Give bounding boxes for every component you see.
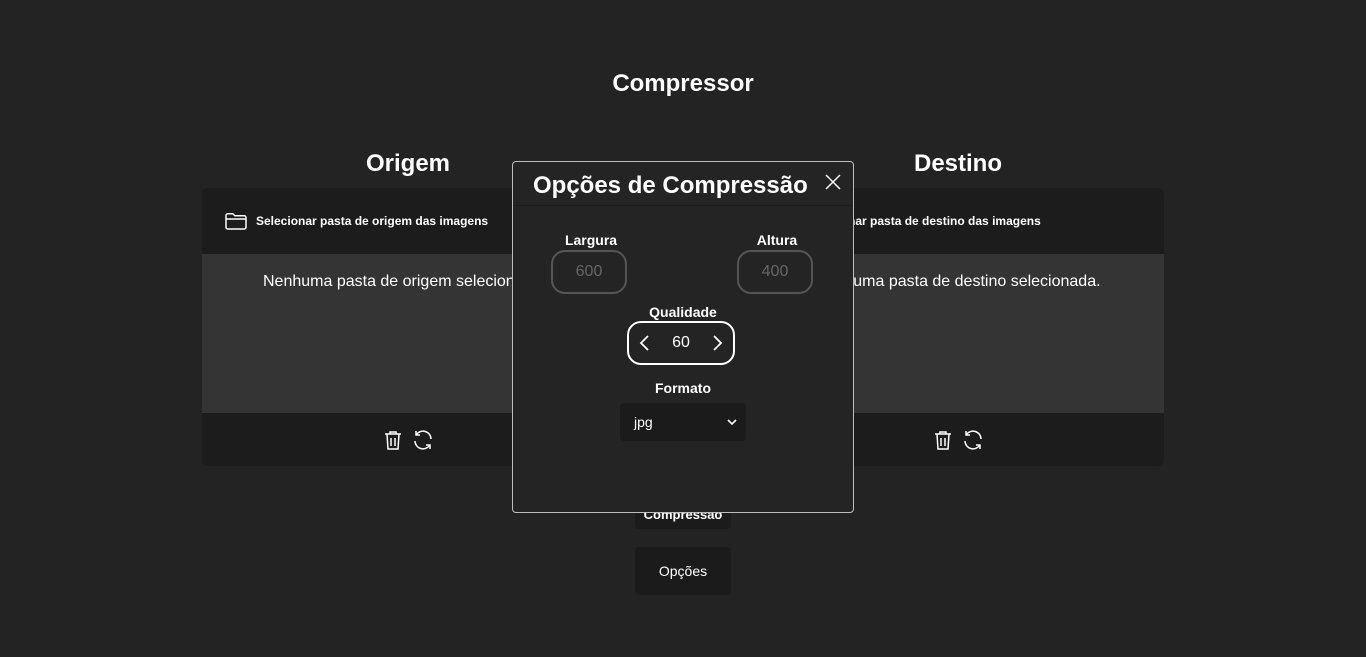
chevron-left-icon[interactable] [635, 333, 655, 353]
trash-icon[interactable] [931, 428, 955, 452]
refresh-icon[interactable] [411, 428, 435, 452]
close-icon[interactable] [823, 172, 843, 192]
refresh-icon[interactable] [961, 428, 985, 452]
height-label: Altura [756, 232, 798, 248]
chevron-down-icon [726, 416, 738, 428]
origin-select-label: Selecionar pasta de origem das imagens [256, 214, 489, 228]
modal-divider [513, 205, 853, 206]
folder-icon [224, 209, 248, 233]
width-label: Largura [564, 232, 618, 248]
quality-stepper[interactable]: 60 [627, 321, 735, 365]
modal-title: Opções de Compressão [533, 172, 808, 199]
compression-options-modal: Opções de Compressão Largura Altura Qual… [512, 161, 854, 513]
trash-icon[interactable] [381, 428, 405, 452]
format-select[interactable]: jpg [620, 403, 746, 441]
destination-empty-message: Nenhuma pasta de destino selecionada. [815, 273, 1101, 290]
height-input[interactable] [737, 250, 813, 294]
quality-label: Qualidade [649, 304, 717, 320]
app-title: Compressor [612, 70, 754, 97]
quality-value: 60 [672, 334, 690, 351]
options-button[interactable]: Opções [635, 547, 731, 595]
format-selected-value: jpg [634, 414, 653, 430]
format-label: Formato [655, 380, 711, 396]
chevron-right-icon[interactable] [707, 333, 727, 353]
width-input[interactable] [551, 250, 627, 294]
origin-empty-message: Nenhuma pasta de origem selecionada. [263, 273, 546, 290]
